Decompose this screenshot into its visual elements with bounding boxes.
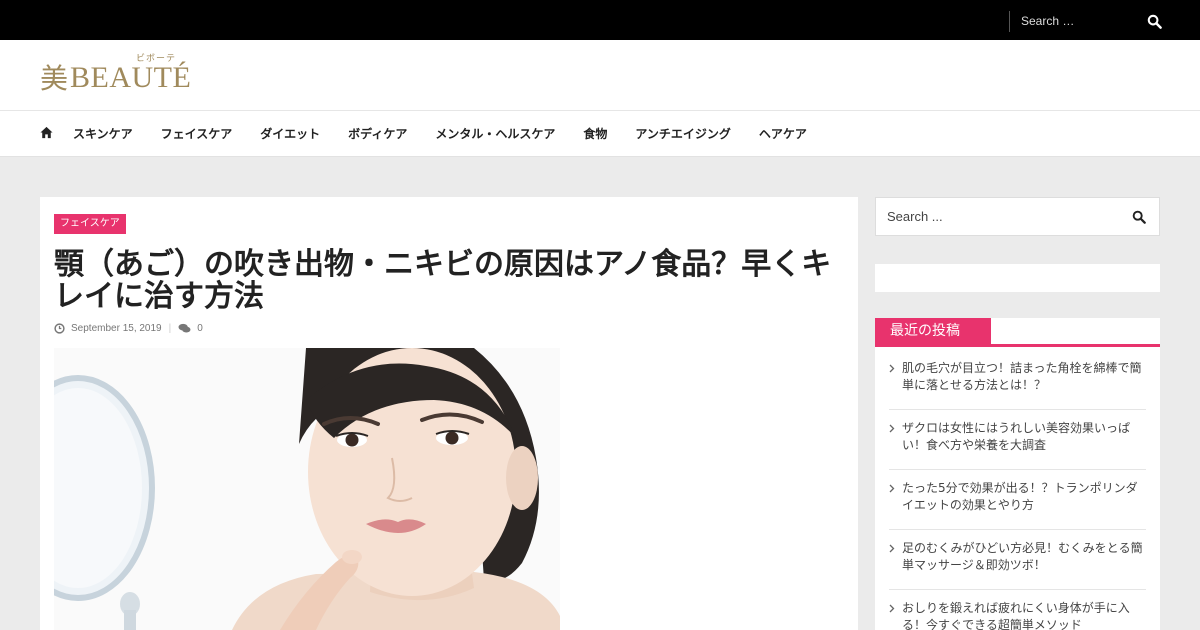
- chevron-right-icon: [889, 364, 895, 373]
- chevron-right-icon: [889, 544, 895, 553]
- list-item[interactable]: おしりを鍛えれば疲れにくい身体が手に入る！今すぐできる超簡単メソッド: [889, 590, 1146, 630]
- post-date[interactable]: September 15, 2019: [71, 323, 162, 334]
- site-logo[interactable]: 美 BEAUTÉ ビボーテ: [40, 54, 192, 98]
- sidebar-empty-widget: [875, 264, 1160, 292]
- nav-item-food[interactable]: 食物: [569, 111, 621, 157]
- nav-item-haircare[interactable]: ヘアケア: [745, 111, 821, 157]
- list-item[interactable]: ザクロは女性にはうれしい美容効果いっぱい！食べ方や栄養を大調査: [889, 410, 1146, 470]
- nav-item-bodycare[interactable]: ボディケア: [334, 111, 421, 157]
- list-item[interactable]: たった5分で効果が出る！？トランポリンダイエットの効果とやり方: [889, 470, 1146, 530]
- logo-kanji: 美: [40, 62, 69, 95]
- main-nav: スキンケア フェイスケア ダイエット ボディケア メンタル・ヘルスケア 食物 ア…: [0, 111, 1200, 157]
- chevron-right-icon: [889, 424, 895, 433]
- recent-post-link[interactable]: 肌の毛穴が目立つ！詰まった角栓を綿棒で簡単に落とせる方法とは！？: [902, 361, 1142, 392]
- comments-icon: [178, 323, 191, 333]
- list-item[interactable]: 足のむくみがひどい方必見！むくみをとる簡単マッサージ＆即効ツボ！: [889, 530, 1146, 590]
- list-item[interactable]: 肌の毛穴が目立つ！詰まった角栓を綿棒で簡単に落とせる方法とは！？: [889, 350, 1146, 410]
- nav-items: スキンケア フェイスケア ダイエット ボディケア メンタル・ヘルスケア 食物 ア…: [59, 111, 821, 157]
- top-search-form[interactable]: Search …: [1009, 11, 1169, 32]
- nav-item-facecare[interactable]: フェイスケア: [147, 111, 247, 157]
- search-icon[interactable]: [1132, 210, 1146, 224]
- category-badge[interactable]: フェイスケア: [54, 214, 126, 234]
- post-title: 顎（あご）の吹き出物・ニキビの原因はアノ食品？早くキレイに治す方法: [54, 247, 832, 314]
- nav-item-antiaging[interactable]: アンチエイジング: [621, 111, 745, 157]
- home-icon[interactable]: [40, 126, 53, 139]
- featured-image: [54, 348, 560, 630]
- nav-item-skincare[interactable]: スキンケア: [59, 111, 147, 157]
- top-search-input[interactable]: Search …: [1021, 14, 1074, 28]
- comment-count[interactable]: 0: [197, 323, 203, 334]
- recent-post-link[interactable]: おしりを鍛えれば疲れにくい身体が手に入る！今すぐできる超簡単メソッド: [902, 601, 1130, 630]
- recent-post-link[interactable]: ザクロは女性にはうれしい美容効果いっぱい！食べ方や栄養を大調査: [902, 421, 1130, 452]
- recent-posts-list: 肌の毛穴が目立つ！詰まった角栓を綿棒で簡単に落とせる方法とは！？ ザクロは女性に…: [889, 350, 1146, 630]
- widget-title: 最近の投稿: [875, 318, 991, 344]
- top-bar: Search …: [0, 0, 1200, 40]
- logo-wordmark: BEAUTÉ: [70, 61, 192, 94]
- nav-item-mental-healthcare[interactable]: メンタル・ヘルスケア: [421, 111, 569, 157]
- chevron-right-icon: [889, 604, 895, 613]
- recent-post-link[interactable]: 足のむくみがひどい方必見！むくみをとる簡単マッサージ＆即効ツボ！: [902, 541, 1143, 572]
- recent-posts-widget: 最近の投稿 肌の毛穴が目立つ！詰まった角栓を綿棒で簡単に落とせる方法とは！？ ザ…: [875, 318, 1160, 630]
- clock-icon: [54, 322, 65, 334]
- site-header: 美 BEAUTÉ ビボーテ: [0, 40, 1200, 111]
- featured-image-illustration: [54, 348, 560, 630]
- chevron-right-icon: [889, 484, 895, 493]
- recent-post-link[interactable]: たった5分で効果が出る！？トランポリンダイエットの効果とやり方: [902, 481, 1138, 512]
- article: フェイスケア 顎（あご）の吹き出物・ニキビの原因はアノ食品？早くキレイに治す方法…: [40, 197, 858, 630]
- post-meta: September 15, 2019 | 0: [54, 321, 203, 335]
- sidebar-search-input[interactable]: Search ...: [887, 209, 943, 224]
- logo-ruby: ビボーテ: [136, 54, 177, 64]
- search-icon[interactable]: [1147, 14, 1162, 29]
- sidebar-search-form[interactable]: Search ...: [875, 197, 1160, 236]
- meta-divider: |: [168, 322, 172, 334]
- widget-header: 最近の投稿: [875, 318, 1160, 347]
- nav-item-diet[interactable]: ダイエット: [246, 111, 334, 157]
